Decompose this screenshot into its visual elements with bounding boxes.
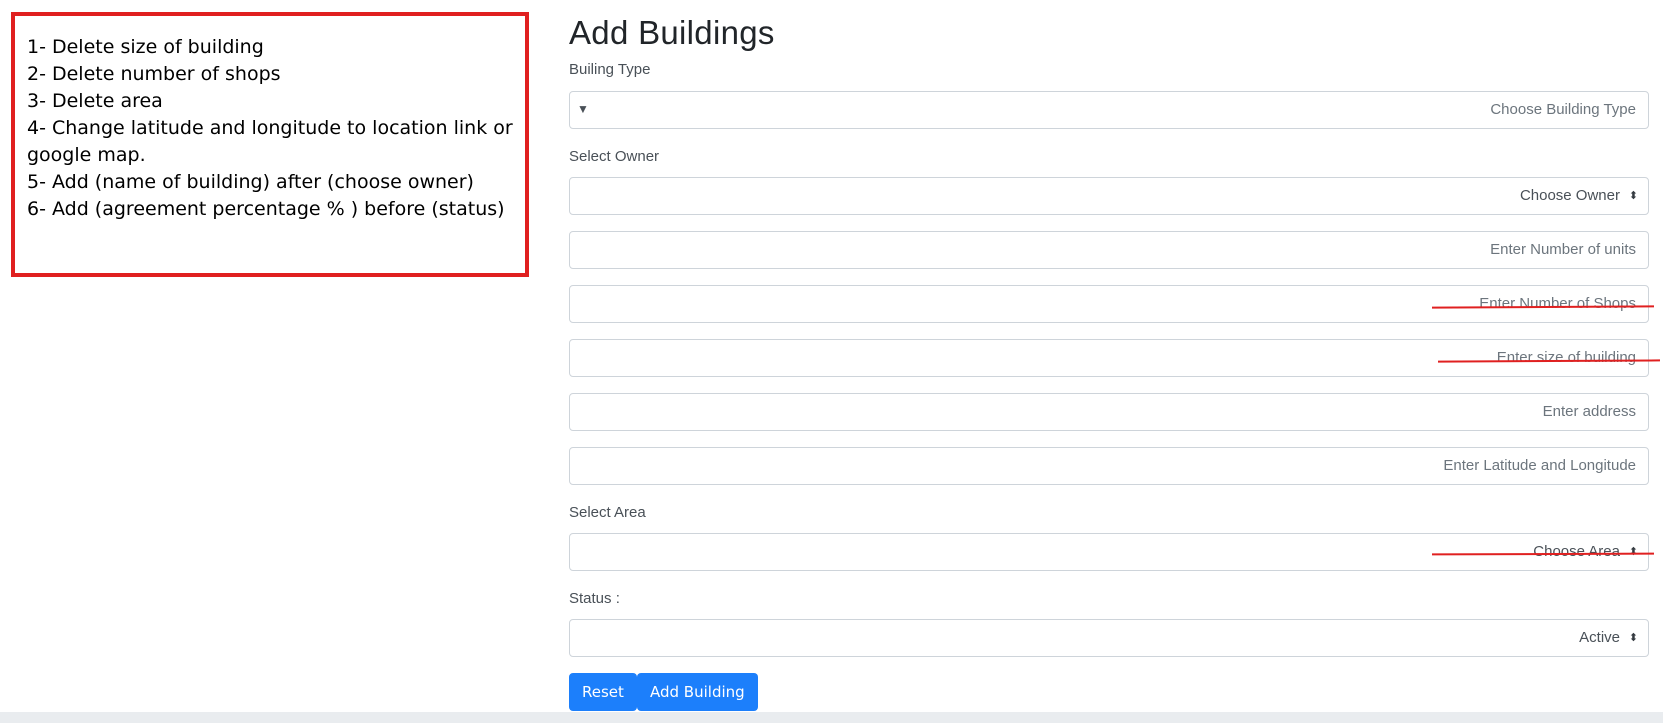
address-placeholder: Enter address <box>1542 403 1636 420</box>
shops-placeholder: Enter Number of Shops <box>1479 295 1636 312</box>
building-type-label: Builing Type <box>569 61 651 78</box>
area-label: Select Area <box>569 504 646 521</box>
building-type-select[interactable]: ▼ Choose Building Type <box>569 91 1649 129</box>
note-line-2: 2- Delete number of shops <box>27 63 281 85</box>
up-down-caret-icon: ⬍ <box>1628 632 1638 644</box>
status-label: Status : <box>569 590 620 607</box>
add-building-button[interactable]: Add Building <box>637 673 758 711</box>
triangle-down-icon: ▼ <box>577 102 589 116</box>
area-select[interactable]: Choose Area ⬍ <box>569 533 1649 571</box>
units-placeholder: Enter Number of units <box>1490 241 1636 258</box>
status-select[interactable]: Active ⬍ <box>569 619 1649 657</box>
address-input[interactable]: Enter address <box>569 393 1649 431</box>
note-line-4: 4- Change latitude and longitude to loca… <box>27 117 513 139</box>
note-line-1: 1- Delete size of building <box>27 36 264 58</box>
owner-label: Select Owner <box>569 148 660 165</box>
up-down-caret-icon: ⬍ <box>1628 190 1638 202</box>
building-type-placeholder: Choose Building Type <box>1490 101 1636 118</box>
owner-placeholder: Choose Owner <box>1519 187 1620 204</box>
page-title: Add Buildings <box>569 14 775 51</box>
building-size-placeholder: Enter size of building <box>1496 349 1636 366</box>
owner-select[interactable]: Choose Owner ⬍ <box>569 177 1649 215</box>
note-line-5: 5- Add (name of building) after (choose … <box>27 171 474 193</box>
latlng-placeholder: Enter Latitude and Longitude <box>1443 457 1636 474</box>
annotation-notes-box: 1- Delete size of building 2- Delete num… <box>11 12 529 277</box>
note-line-3: 3- Delete area <box>27 90 163 112</box>
reset-button[interactable]: Reset <box>569 673 637 711</box>
units-input[interactable]: Enter Number of units <box>569 231 1649 269</box>
footer-strip <box>0 712 1663 723</box>
building-size-input[interactable]: Enter size of building <box>569 339 1649 377</box>
note-line-6: 6- Add (agreement percentage % ) before … <box>27 198 505 220</box>
status-value: Active <box>1579 629 1620 646</box>
shops-input[interactable]: Enter Number of Shops <box>569 285 1649 323</box>
latlng-input[interactable]: Enter Latitude and Longitude <box>569 447 1649 485</box>
note-line-4-cont: google map. <box>27 144 146 166</box>
